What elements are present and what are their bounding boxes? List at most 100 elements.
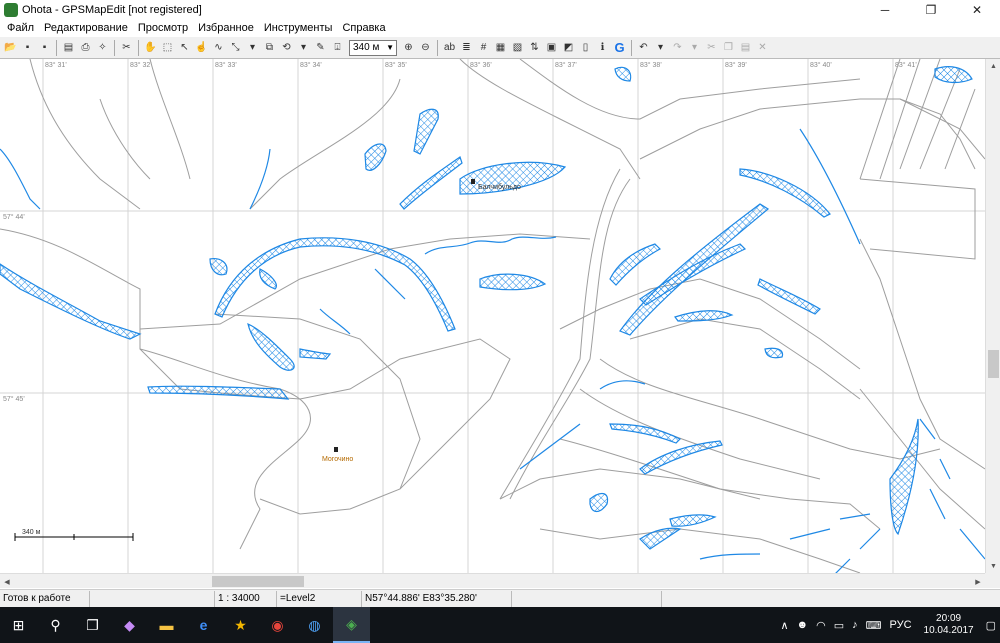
star-app-icon[interactable]: ★: [222, 607, 259, 643]
lon-label: 83° 40': [810, 61, 832, 69]
paste-icon[interactable]: ▤: [738, 40, 753, 55]
tray-keyboard-icon[interactable]: ⌨: [862, 619, 886, 632]
scroll-corner: [985, 573, 1000, 588]
dropdown-arrow-icon[interactable]: ▾: [687, 40, 702, 55]
tray-network-icon[interactable]: ◠: [812, 619, 830, 632]
horizontal-scrollbar[interactable]: ◀ ▶: [0, 573, 985, 588]
media-app-icon[interactable]: ◍: [296, 607, 333, 643]
maximize-button[interactable]: ❐: [908, 0, 954, 19]
print-icon[interactable]: ⎙: [78, 40, 93, 55]
flag-icon: [471, 179, 475, 184]
page-icon[interactable]: ▯: [578, 40, 593, 55]
dropdown-arrow-icon[interactable]: ▾: [245, 40, 260, 55]
tracks-icon[interactable]: ⇅: [527, 40, 542, 55]
title-bar: Ohota - GPSMapEdit [not registered] ─ ❐ …: [0, 0, 1000, 19]
info-icon[interactable]: ℹ: [595, 40, 610, 55]
hatch-icon[interactable]: ▦: [493, 40, 508, 55]
close-button[interactable]: ✕: [954, 0, 1000, 19]
menu-favorites[interactable]: Избранное: [193, 22, 259, 34]
grab-icon[interactable]: ☝: [194, 40, 209, 55]
layer-icon[interactable]: ⧉: [262, 40, 277, 55]
polyline-icon[interactable]: ∿: [211, 40, 226, 55]
notifications-icon[interactable]: ▢: [982, 619, 1000, 632]
tray-people-icon[interactable]: ☻: [793, 619, 813, 631]
tray-volume-icon[interactable]: ♪: [848, 619, 862, 631]
menu-file[interactable]: Файл: [2, 22, 39, 34]
status-scale: 1 : 34000: [215, 590, 277, 607]
map-icon[interactable]: ◩: [561, 40, 576, 55]
search-icon[interactable]: ⚲: [37, 607, 74, 643]
file-explorer-icon[interactable]: ▬: [148, 607, 185, 643]
tray-language[interactable]: РУС: [886, 619, 916, 631]
flag-icon: [334, 447, 338, 452]
scroll-up-icon[interactable]: ▲: [986, 59, 1000, 73]
tray-chevron-up-icon[interactable]: ∧: [776, 619, 792, 632]
toolbar-separator: [138, 39, 139, 56]
save-icon[interactable]: ▪: [20, 40, 35, 55]
undo-icon[interactable]: ↶: [636, 40, 651, 55]
transform-icon[interactable]: ⟲: [279, 40, 294, 55]
status-coords: N57°44.886' E83°35.280': [362, 590, 512, 607]
save-as-icon[interactable]: ▪: [37, 40, 52, 55]
hand-pan-icon[interactable]: ✋: [143, 40, 158, 55]
select-arrow-icon[interactable]: ↖: [177, 40, 192, 55]
show-labels-button[interactable]: ab: [442, 40, 457, 55]
start-windows-icon[interactable]: ⊞: [0, 607, 37, 643]
properties-icon[interactable]: ▤: [61, 40, 76, 55]
lon-label: 83° 37': [555, 61, 577, 69]
scroll-right-icon[interactable]: ▶: [971, 574, 985, 589]
measure-icon[interactable]: ⍗: [330, 40, 345, 55]
lon-label: 83° 32': [130, 61, 152, 69]
taskbar: ⊞ ⚲ ❐ ◆ ▬ e ★ ◉ ◍ ◈ ∧ ☻ ◠ ▭ ♪ ⌨ РУС 20:0…: [0, 607, 1000, 643]
chevron-down-icon: ▼: [386, 43, 394, 52]
menu-bar: Файл Редактирование Просмотр Избранное И…: [0, 19, 1000, 37]
status-empty-3: [662, 591, 1000, 607]
image-icon[interactable]: ▣: [544, 40, 559, 55]
dropdown-arrow-icon[interactable]: ▾: [296, 40, 311, 55]
roads: [0, 59, 985, 573]
vertical-scroll-thumb[interactable]: [988, 350, 999, 378]
menu-tools[interactable]: Инструменты: [259, 22, 338, 34]
copy-icon[interactable]: ❐: [721, 40, 736, 55]
lon-label: 83° 31': [45, 61, 67, 69]
map-svg: 83° 31' 83° 32' 83° 33' 83° 34' 83° 35' …: [0, 59, 985, 573]
task-view-icon[interactable]: ❐: [74, 607, 111, 643]
delete-icon[interactable]: ✕: [755, 40, 770, 55]
toolbar-separator: [114, 39, 115, 56]
grid-icon[interactable]: #: [476, 40, 491, 55]
app-3d-icon[interactable]: ◆: [111, 607, 148, 643]
open-folder-icon[interactable]: 📂: [3, 40, 18, 55]
system-tray: ∧ ☻ ◠ ▭ ♪ ⌨ РУС 20:09 10.04.2017 ▢: [776, 607, 1000, 643]
horizontal-scroll-thumb[interactable]: [212, 576, 304, 587]
pen-icon[interactable]: ✎: [313, 40, 328, 55]
redo-icon[interactable]: ↷: [670, 40, 685, 55]
vertical-scrollbar[interactable]: ▲ ▼: [985, 59, 1000, 573]
edit-nodes-icon[interactable]: ⤡: [228, 40, 243, 55]
gps-icon[interactable]: ✧: [95, 40, 110, 55]
chrome-icon[interactable]: ◉: [259, 607, 296, 643]
gpsmapedit-taskbar-icon[interactable]: ◈: [333, 607, 370, 643]
menu-help[interactable]: Справка: [337, 22, 390, 34]
pattern-icon[interactable]: ▧: [510, 40, 525, 55]
google-icon[interactable]: G: [612, 40, 627, 55]
status-level: =Level2: [277, 590, 362, 607]
menu-view[interactable]: Просмотр: [133, 22, 193, 34]
scale-select[interactable]: 340 м ▼: [349, 39, 397, 56]
dropdown-arrow-icon[interactable]: ▾: [653, 40, 668, 55]
scroll-left-icon[interactable]: ◀: [0, 574, 14, 589]
tray-clock[interactable]: 20:09 10.04.2017: [916, 613, 982, 637]
tray-battery-icon[interactable]: ▭: [830, 619, 848, 632]
map-canvas[interactable]: 83° 31' 83° 32' 83° 33' 83° 34' 83° 35' …: [0, 59, 985, 573]
menu-edit[interactable]: Редактирование: [39, 22, 133, 34]
window-title: Ohota - GPSMapEdit [not registered]: [22, 3, 202, 16]
minimize-button[interactable]: ─: [862, 0, 908, 19]
zoom-out-icon[interactable]: ⊖: [418, 40, 433, 55]
attributes-icon[interactable]: ≣: [459, 40, 474, 55]
edge-browser-icon[interactable]: e: [185, 607, 222, 643]
zoom-rect-icon[interactable]: ⬚: [160, 40, 175, 55]
route-icon[interactable]: ✂: [119, 40, 134, 55]
scroll-down-icon[interactable]: ▼: [986, 559, 1000, 573]
cut-icon[interactable]: ✂: [704, 40, 719, 55]
lon-label: 83° 39': [725, 61, 747, 69]
zoom-in-icon[interactable]: ⊕: [401, 40, 416, 55]
